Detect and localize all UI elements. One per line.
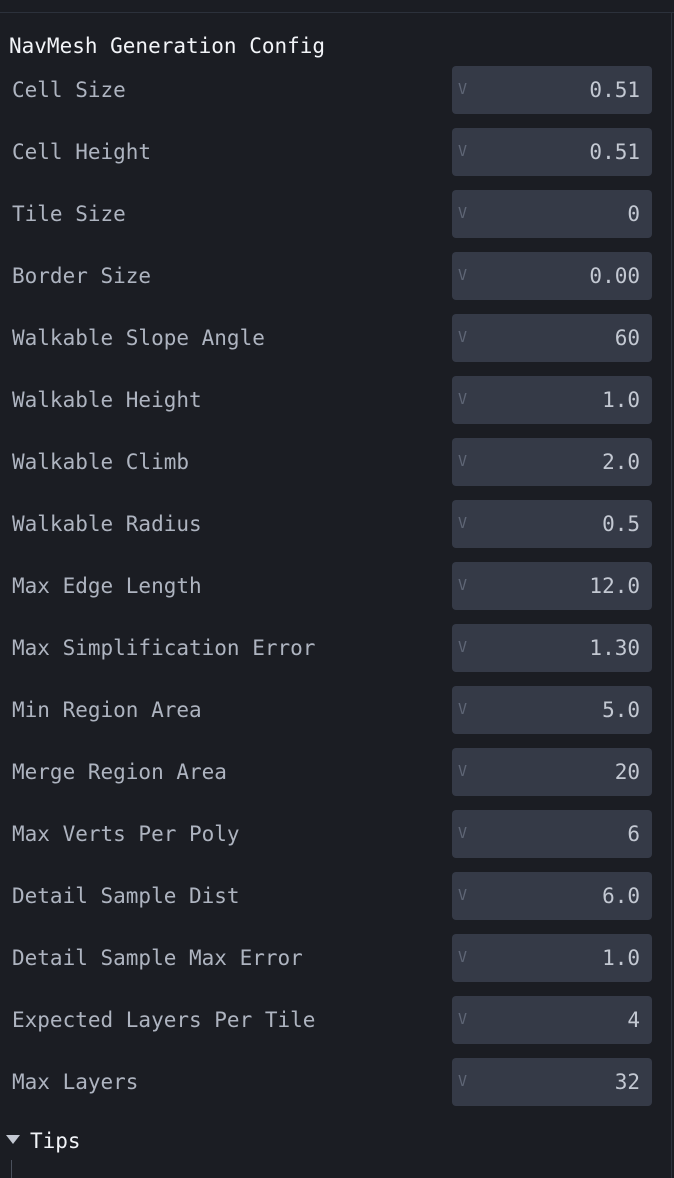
config-field-label: Border Size xyxy=(12,264,152,288)
panel-top-divider xyxy=(0,12,674,13)
config-field-row: Max Verts Per Poly V 6 xyxy=(0,810,660,858)
config-field-row: Max Edge Length V 12.0 xyxy=(0,562,660,610)
config-field-label: Cell Size xyxy=(12,78,126,102)
tips-section-label: Tips xyxy=(30,1129,81,1153)
config-field-label: Max Layers xyxy=(12,1070,139,1094)
config-field-input[interactable]: V 0.5 xyxy=(452,500,652,548)
config-field-input[interactable]: V 1.0 xyxy=(452,376,652,424)
config-field-row: Merge Region Area V 20 xyxy=(0,748,660,796)
config-field-row: Walkable Radius V 0.5 xyxy=(0,500,660,548)
value-prefix-icon: V xyxy=(458,204,468,222)
config-field-value: 1.0 xyxy=(602,388,640,412)
value-prefix-icon: V xyxy=(458,576,468,594)
config-field-row: Tile Size V 0 xyxy=(0,190,660,238)
config-field-row: Max Layers V 32 xyxy=(0,1058,660,1106)
config-field-value: 6 xyxy=(627,822,640,846)
value-prefix-icon: V xyxy=(458,762,468,780)
config-field-input[interactable]: V 1.30 xyxy=(452,624,652,672)
config-field-row: Detail Sample Dist V 6.0 xyxy=(0,872,660,920)
value-prefix-icon: V xyxy=(458,266,468,284)
config-field-label: Max Simplification Error xyxy=(12,636,316,660)
config-field-row: Walkable Height V 1.0 xyxy=(0,376,660,424)
value-prefix-icon: V xyxy=(458,824,468,842)
config-field-input[interactable]: V4 xyxy=(452,996,652,1044)
value-prefix-icon: V xyxy=(458,700,468,718)
tips-indent-guide xyxy=(11,1160,12,1178)
value-prefix-icon: V xyxy=(458,328,468,346)
config-field-value: 0.00 xyxy=(589,264,640,288)
value-prefix-icon: V xyxy=(458,80,468,98)
config-field-input[interactable]: V 12.0 xyxy=(452,562,652,610)
value-prefix-icon: V xyxy=(458,452,468,470)
config-field-label: Merge Region Area xyxy=(12,760,227,784)
config-field-label: Max Edge Length xyxy=(12,574,202,598)
config-field-label: Max Verts Per Poly xyxy=(12,822,240,846)
config-field-row: Cell Height V 0.51 xyxy=(0,128,660,176)
config-field-label: Detail Sample Dist xyxy=(12,884,240,908)
config-field-input[interactable]: V 2.0 xyxy=(452,438,652,486)
config-field-label: Cell Height xyxy=(12,140,152,164)
config-field-input[interactable]: V 1.0 xyxy=(452,934,652,982)
config-field-value: 0.5 xyxy=(602,512,640,536)
config-field-value: 6.0 xyxy=(602,884,640,908)
config-field-value: 60 xyxy=(614,326,640,350)
config-field-value: 12.0 xyxy=(589,574,640,598)
config-field-label: Tile Size xyxy=(12,202,126,226)
config-field-row: Walkable Climb V 2.0 xyxy=(0,438,660,486)
config-field-label: Expected Layers Per Tile xyxy=(12,1008,316,1032)
config-field-value: 4 xyxy=(627,1008,640,1032)
config-field-input[interactable]: V 20 xyxy=(452,748,652,796)
value-prefix-icon: V xyxy=(458,948,468,966)
value-prefix-icon: V xyxy=(458,390,468,408)
value-prefix-icon: V xyxy=(458,1072,468,1090)
value-prefix-icon: V xyxy=(458,638,468,656)
config-field-value: 0.51 xyxy=(589,140,640,164)
value-prefix-icon: V xyxy=(458,886,468,904)
config-field-input[interactable]: V 60 xyxy=(452,314,652,362)
panel-title: NavMesh Generation Config xyxy=(9,34,326,58)
config-field-input[interactable]: V6 xyxy=(452,810,652,858)
config-field-input[interactable]: V0 xyxy=(452,190,652,238)
value-prefix-icon: V xyxy=(458,1010,468,1028)
config-field-row: Detail Sample Max Error V 1.0 xyxy=(0,934,660,982)
config-field-label: Walkable Climb xyxy=(12,450,190,474)
config-field-label: Walkable Slope Angle xyxy=(12,326,265,350)
config-field-input[interactable]: V 6.0 xyxy=(452,872,652,920)
config-field-value: 0 xyxy=(627,202,640,226)
config-field-row: Max Simplification Error V 1.30 xyxy=(0,624,660,672)
caret-down-icon xyxy=(6,1135,20,1144)
config-field-value: 5.0 xyxy=(602,698,640,722)
config-field-row: Expected Layers Per Tile V 4 xyxy=(0,996,660,1044)
value-prefix-icon: V xyxy=(458,142,468,160)
config-field-value: 32 xyxy=(614,1070,640,1094)
config-field-row: Border Size V 0.00 xyxy=(0,252,660,300)
config-field-row: Walkable Slope Angle V 60 xyxy=(0,314,660,362)
config-field-label: Walkable Radius xyxy=(12,512,202,536)
config-field-input[interactable]: V 32 xyxy=(452,1058,652,1106)
config-field-value: 20 xyxy=(614,760,640,784)
config-field-row: Cell Size V 0.51 xyxy=(0,66,660,114)
config-field-input[interactable]: V 5.0 xyxy=(452,686,652,734)
value-prefix-icon: V xyxy=(458,514,468,532)
config-field-label: Walkable Height xyxy=(12,388,202,412)
config-field-value: 1.0 xyxy=(602,946,640,970)
config-field-input[interactable]: V 0.51 xyxy=(452,66,652,114)
config-field-label: Min Region Area xyxy=(12,698,202,722)
config-field-input[interactable]: V 0.00 xyxy=(452,252,652,300)
config-field-value: 0.51 xyxy=(589,78,640,102)
panel-right-divider xyxy=(671,12,672,1178)
config-field-row: Min Region Area V 5.0 xyxy=(0,686,660,734)
config-field-input[interactable]: V 0.51 xyxy=(452,128,652,176)
config-field-label: Detail Sample Max Error xyxy=(12,946,303,970)
config-field-value: 2.0 xyxy=(602,450,640,474)
config-field-value: 1.30 xyxy=(589,636,640,660)
